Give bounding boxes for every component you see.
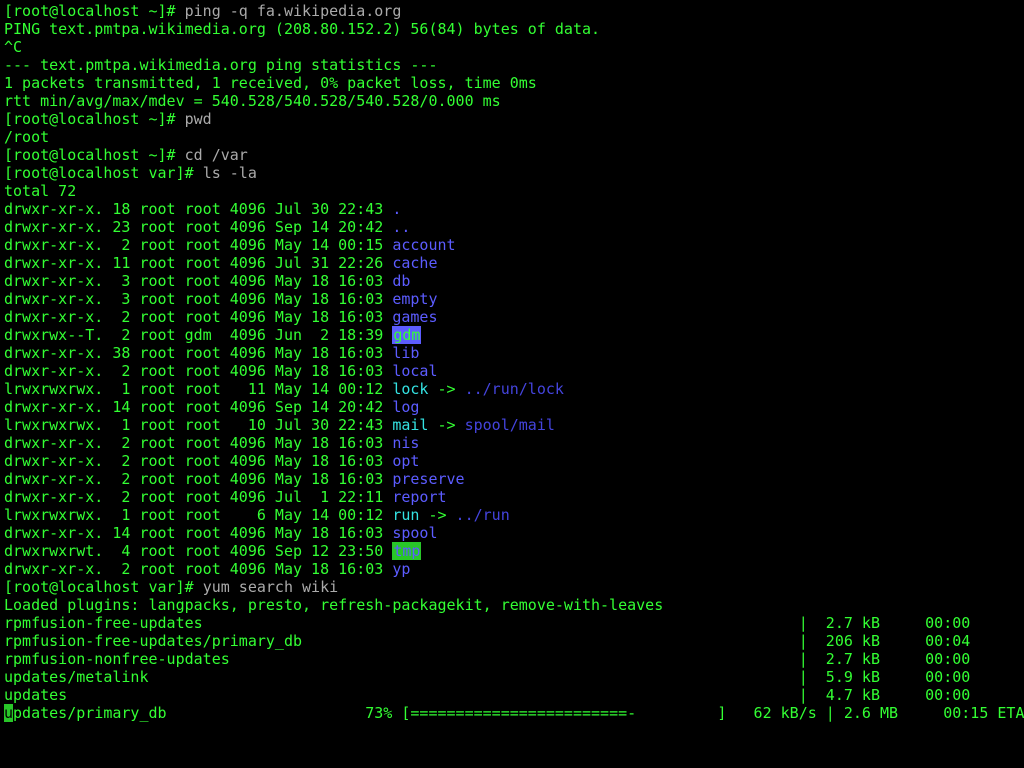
terminal-line: drwxr-xr-x. 14 root root 4096 May 18 16:… — [4, 524, 1020, 542]
terminal-line: rpmfusion-nonfree-updates | 2.7 kB 00:00 — [4, 650, 1020, 668]
terminal-line: drwxr-xr-x. 2 root root 4096 May 18 16:0… — [4, 470, 1020, 488]
terminal-line: rtt min/avg/max/mdev = 540.528/540.528/5… — [4, 92, 1020, 110]
terminal-line: drwxr-xr-x. 2 root root 4096 May 18 16:0… — [4, 308, 1020, 326]
terminal-line: updates/metalink | 5.9 kB 00:00 — [4, 668, 1020, 686]
terminal-line: 1 packets transmitted, 1 received, 0% pa… — [4, 74, 1020, 92]
terminal-line: updates/primary_db 73% [================… — [4, 704, 1020, 722]
terminal-line: updates | 4.7 kB 00:00 — [4, 686, 1020, 704]
terminal-line: /root — [4, 128, 1020, 146]
terminal-line: rpmfusion-free-updates | 2.7 kB 00:00 — [4, 614, 1020, 632]
terminal-line: drwxr-xr-x. 11 root root 4096 Jul 31 22:… — [4, 254, 1020, 272]
terminal-line: drwxr-xr-x. 3 root root 4096 May 18 16:0… — [4, 290, 1020, 308]
terminal-line: PING text.pmtpa.wikimedia.org (208.80.15… — [4, 20, 1020, 38]
terminal-line: drwxrwx--T. 2 root gdm 4096 Jun 2 18:39 … — [4, 326, 1020, 344]
terminal-line: rpmfusion-free-updates/primary_db | 206 … — [4, 632, 1020, 650]
terminal-line: drwxr-xr-x. 2 root root 4096 May 18 16:0… — [4, 434, 1020, 452]
terminal-line: total 72 — [4, 182, 1020, 200]
terminal-line: [root@localhost var]# yum search wiki — [4, 578, 1020, 596]
terminal-line: lrwxrwxrwx. 1 root root 11 May 14 00:12 … — [4, 380, 1020, 398]
terminal-line: lrwxrwxrwx. 1 root root 6 May 14 00:12 r… — [4, 506, 1020, 524]
terminal-line: ^C — [4, 38, 1020, 56]
terminal-line: drwxr-xr-x. 2 root root 4096 May 18 16:0… — [4, 452, 1020, 470]
terminal-line: [root@localhost ~]# ping -q fa.wikipedia… — [4, 2, 1020, 20]
terminal-line: drwxr-xr-x. 2 root root 4096 Jul 1 22:11… — [4, 488, 1020, 506]
terminal-line: drwxr-xr-x. 3 root root 4096 May 18 16:0… — [4, 272, 1020, 290]
terminal-line: drwxr-xr-x. 23 root root 4096 Sep 14 20:… — [4, 218, 1020, 236]
terminal-line: lrwxrwxrwx. 1 root root 10 Jul 30 22:43 … — [4, 416, 1020, 434]
terminal-line: drwxrwxrwt. 4 root root 4096 Sep 12 23:5… — [4, 542, 1020, 560]
terminal-line: [root@localhost ~]# pwd — [4, 110, 1020, 128]
terminal-line: [root@localhost var]# ls -la — [4, 164, 1020, 182]
terminal-line: --- text.pmtpa.wikimedia.org ping statis… — [4, 56, 1020, 74]
terminal-line: drwxr-xr-x. 2 root root 4096 May 14 00:1… — [4, 236, 1020, 254]
terminal-line: drwxr-xr-x. 2 root root 4096 May 18 16:0… — [4, 560, 1020, 578]
terminal-line: drwxr-xr-x. 14 root root 4096 Sep 14 20:… — [4, 398, 1020, 416]
terminal-line: drwxr-xr-x. 2 root root 4096 May 18 16:0… — [4, 362, 1020, 380]
terminal-line: drwxr-xr-x. 38 root root 4096 May 18 16:… — [4, 344, 1020, 362]
terminal-line: Loaded plugins: langpacks, presto, refre… — [4, 596, 1020, 614]
terminal-line: drwxr-xr-x. 18 root root 4096 Jul 30 22:… — [4, 200, 1020, 218]
terminal-output[interactable]: [root@localhost ~]# ping -q fa.wikipedia… — [0, 0, 1024, 724]
terminal-line: [root@localhost ~]# cd /var — [4, 146, 1020, 164]
